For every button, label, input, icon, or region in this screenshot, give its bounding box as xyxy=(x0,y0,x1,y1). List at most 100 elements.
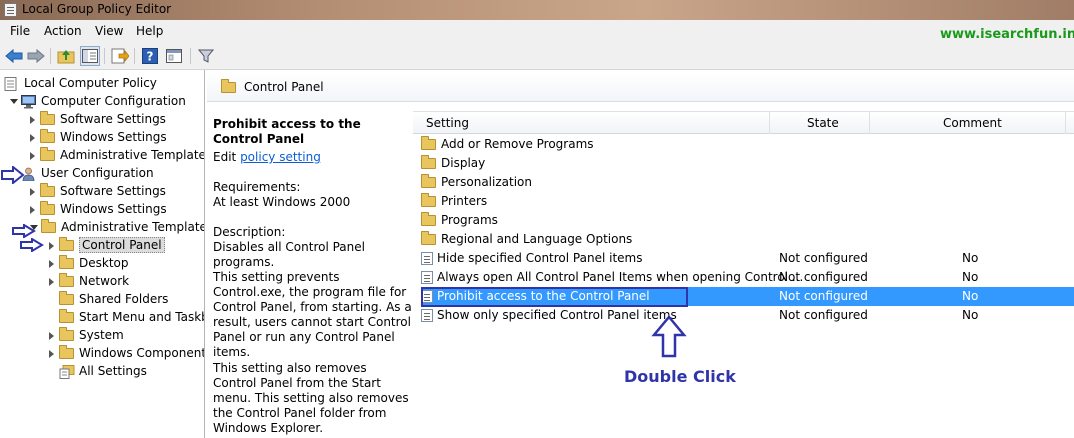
collapsed-chevron-icon[interactable] xyxy=(49,277,54,286)
policy-setting-icon xyxy=(421,252,433,265)
folder-icon xyxy=(421,193,436,207)
menu-file[interactable]: File xyxy=(10,24,30,38)
requirements-label: Requirements: xyxy=(213,180,301,194)
folder-icon xyxy=(59,255,74,269)
list-item[interactable]: Programs xyxy=(421,211,1074,230)
column-comment[interactable]: Comment xyxy=(943,116,1002,130)
column-state[interactable]: State xyxy=(807,116,839,130)
collapsed-chevron-icon[interactable] xyxy=(30,151,35,160)
table-row[interactable]: Always open All Control Panel Items when… xyxy=(421,268,1074,287)
collapsed-chevron-icon[interactable] xyxy=(49,349,54,358)
filter-button[interactable] xyxy=(196,46,216,66)
all-settings-icon xyxy=(59,364,75,379)
collapsed-chevron-icon[interactable] xyxy=(49,331,54,340)
tree-item-computer-configuration[interactable]: Computer Configuration xyxy=(10,92,186,110)
tree-item-user-administrative-templates[interactable]: Administrative Templates xyxy=(30,218,204,236)
forward-arrow-icon xyxy=(27,49,45,63)
tree-item-software-settings[interactable]: Software Settings xyxy=(30,110,166,128)
collapsed-chevron-icon[interactable] xyxy=(30,205,35,214)
menu-help[interactable]: Help xyxy=(136,24,163,38)
window-title: Local Group Policy Editor xyxy=(22,2,172,16)
description-paragraph-2: This setting also removes Control Panel … xyxy=(213,361,409,435)
tree-item-system[interactable]: System xyxy=(49,326,124,344)
table-row[interactable]: Show only specified Control Panel items N… xyxy=(421,306,1074,325)
column-setting[interactable]: Setting xyxy=(426,116,469,130)
collapsed-chevron-icon[interactable] xyxy=(30,133,35,142)
collapsed-chevron-icon[interactable] xyxy=(49,241,54,250)
console-tree: Local Computer Policy Computer Configura… xyxy=(0,70,205,438)
list-item[interactable]: Display xyxy=(421,154,1074,173)
folder-icon xyxy=(59,309,74,323)
folder-icon xyxy=(41,219,56,233)
menu-action[interactable]: Action xyxy=(44,24,82,38)
folder-icon xyxy=(221,79,236,93)
annotation-arrow-icon xyxy=(20,238,44,252)
list-item[interactable]: Add or Remove Programs xyxy=(421,135,1074,154)
tree-item-user-configuration[interactable]: User Configuration xyxy=(10,164,154,182)
folder-icon xyxy=(421,212,436,226)
description-value: Disables all Control Panel programs. xyxy=(213,240,365,269)
collapsed-chevron-icon[interactable] xyxy=(30,187,35,196)
title-bar: Local Group Policy Editor xyxy=(0,0,1074,20)
watermark: www.isearchfun.in xyxy=(940,27,1074,42)
folder-icon xyxy=(40,129,55,143)
tree-item-network[interactable]: Network xyxy=(49,272,129,290)
list-item[interactable]: Personalization xyxy=(421,173,1074,192)
tree-item-local-computer-policy[interactable]: Local Computer Policy xyxy=(4,74,157,92)
list-column-header: Setting State Comment xyxy=(413,111,1074,134)
folder-icon xyxy=(40,147,55,161)
list-item[interactable]: Regional and Language Options xyxy=(421,230,1074,249)
up-folder-button[interactable] xyxy=(56,46,76,66)
menu-view[interactable]: View xyxy=(95,24,123,38)
forward-button[interactable] xyxy=(26,46,46,66)
tree-item-administrative-templates[interactable]: Administrative Templates xyxy=(30,146,204,164)
policy-setting-link[interactable]: policy setting xyxy=(240,150,321,164)
annotation-up-arrow-icon xyxy=(651,315,687,358)
details-header: Control Panel xyxy=(207,72,1074,102)
tree-item-windows-components[interactable]: Windows Components xyxy=(49,344,204,362)
collapsed-chevron-icon[interactable] xyxy=(49,259,54,268)
folder-icon xyxy=(40,183,55,197)
policy-title: Prohibit access to the Control Panel xyxy=(213,117,361,146)
properties-icon xyxy=(166,49,182,63)
tree-item-start-menu-and-taskbar[interactable]: Start Menu and Taskbar xyxy=(49,308,204,326)
tree-item-user-windows-settings[interactable]: Windows Settings xyxy=(30,200,167,218)
list-item[interactable]: Printers xyxy=(421,192,1074,211)
tree-item-shared-folders[interactable]: Shared Folders xyxy=(49,290,168,308)
header-title: Control Panel xyxy=(244,80,324,94)
tree-item-all-settings[interactable]: All Settings xyxy=(49,362,147,380)
up-folder-icon xyxy=(57,50,75,64)
tree-item-control-panel[interactable]: Control Panel xyxy=(49,236,165,254)
folder-icon xyxy=(59,291,74,305)
console-tree-icon xyxy=(82,49,98,63)
description-paragraph-1: This setting prevents Control.exe, the p… xyxy=(213,270,412,359)
export-list-icon xyxy=(111,48,129,64)
tree-item-desktop[interactable]: Desktop xyxy=(49,254,129,272)
description-panel: Prohibit access to the Control Panel Edi… xyxy=(207,103,412,438)
expanded-chevron-icon[interactable] xyxy=(10,99,18,104)
policy-setting-icon xyxy=(421,309,433,322)
filter-icon xyxy=(198,49,214,63)
folder-icon xyxy=(59,345,74,359)
toolbar: ? xyxy=(0,42,1074,70)
show-hide-tree-button[interactable] xyxy=(80,46,100,66)
folder-icon xyxy=(421,136,436,150)
export-list-button[interactable] xyxy=(110,46,130,66)
folder-icon xyxy=(59,237,74,251)
tree-item-user-software-settings[interactable]: Software Settings xyxy=(30,182,166,200)
annotation-highlight-box xyxy=(421,287,688,307)
requirements-value: At least Windows 2000 xyxy=(213,195,351,209)
folder-icon xyxy=(421,174,436,188)
back-button[interactable] xyxy=(4,46,24,66)
folder-icon xyxy=(40,111,55,125)
table-row[interactable]: Hide specified Control Panel items Not co… xyxy=(421,249,1074,268)
help-icon: ? xyxy=(142,48,158,64)
settings-list: Setting State Comment Add or Remove Prog… xyxy=(413,103,1074,438)
tree-item-windows-settings[interactable]: Windows Settings xyxy=(30,128,167,146)
menu-bar: File Action View Help www.isearchfun.in xyxy=(0,20,1074,42)
folder-icon xyxy=(40,201,55,215)
collapsed-chevron-icon[interactable] xyxy=(30,115,35,124)
help-button[interactable]: ? xyxy=(140,46,160,66)
svg-text:?: ? xyxy=(147,50,154,64)
properties-button[interactable] xyxy=(164,46,184,66)
